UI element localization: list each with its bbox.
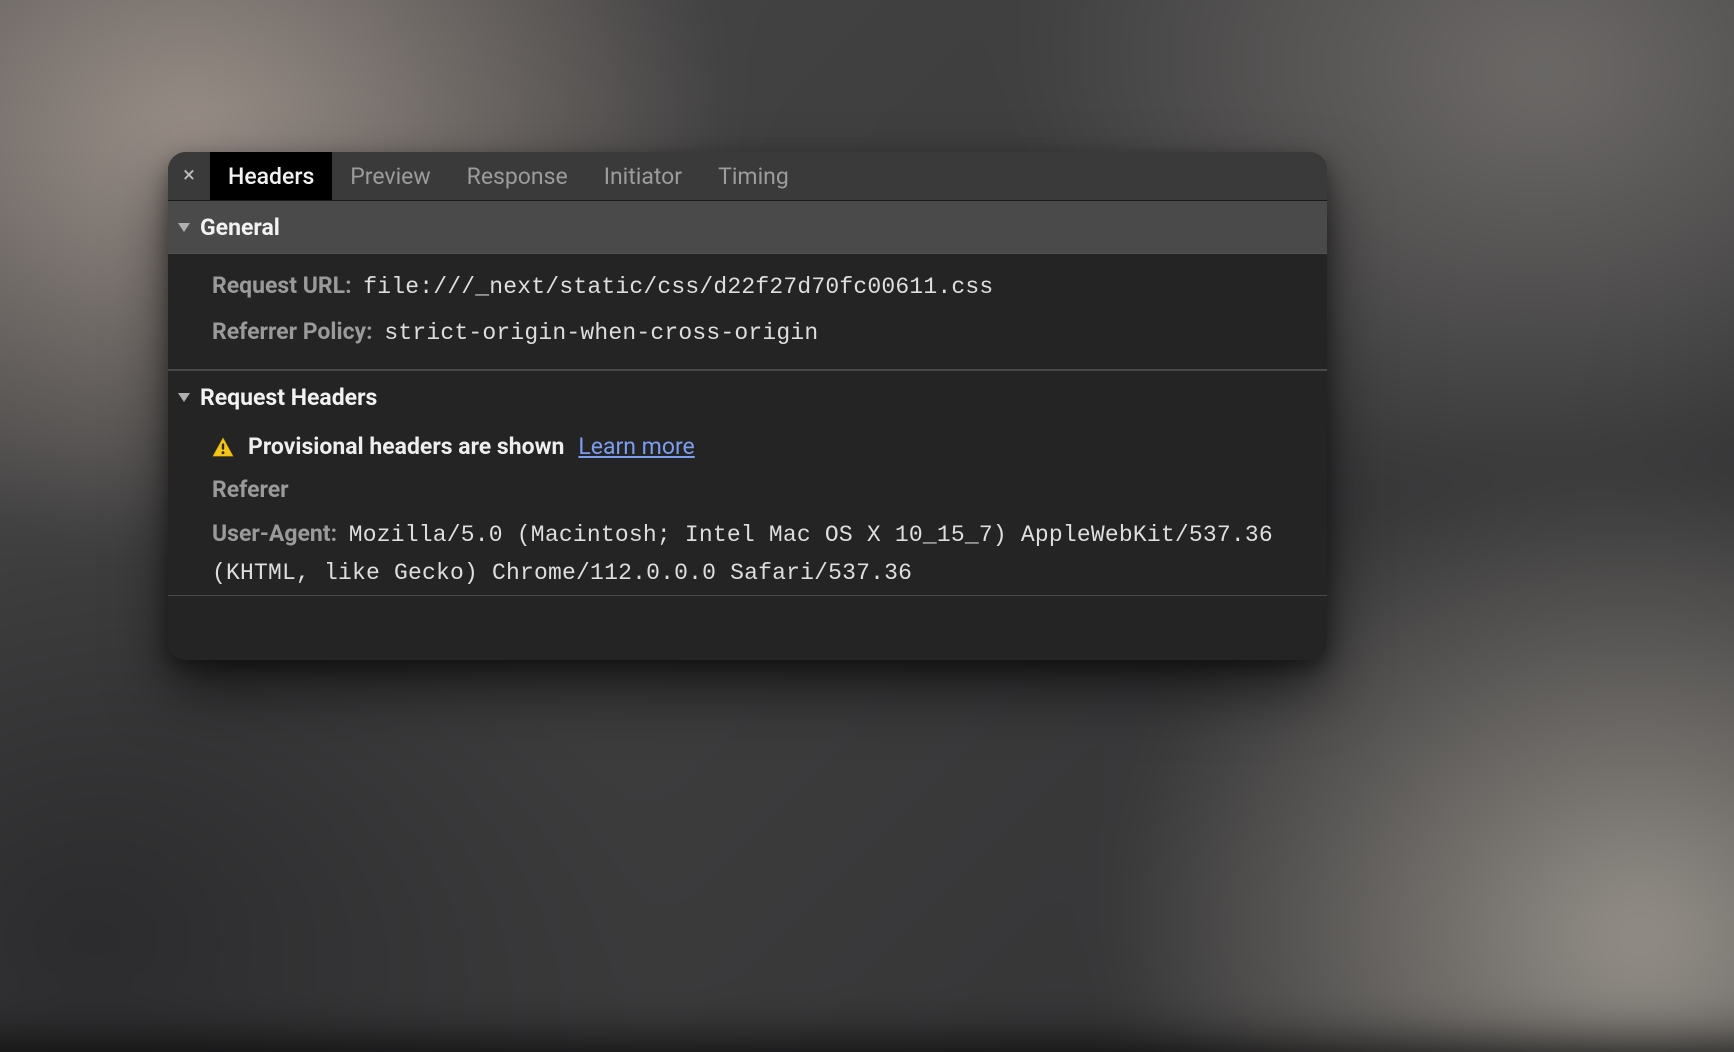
kv-label: Referrer Policy:	[212, 318, 373, 345]
section-header-general[interactable]: General	[168, 201, 1327, 254]
provisional-headers-notice: Provisional headers are shown Learn more	[168, 423, 1327, 468]
tab-timing[interactable]: Timing	[700, 152, 807, 200]
kv-label: Request URL:	[212, 272, 352, 299]
close-icon: ×	[183, 165, 195, 187]
section-title-general: General	[200, 214, 280, 241]
tab-headers[interactable]: Headers	[210, 152, 332, 200]
tab-preview[interactable]: Preview	[332, 152, 448, 200]
close-button[interactable]: ×	[168, 152, 210, 200]
header-referer: Referer	[168, 468, 1327, 512]
kv-value: file:///_next/static/css/d22f27d70fc0061…	[363, 274, 993, 300]
kv-request-url: Request URL: file:///_next/static/css/d2…	[168, 264, 1327, 310]
learn-more-link[interactable]: Learn more	[578, 433, 694, 460]
section-header-request-headers[interactable]: Request Headers	[168, 370, 1327, 423]
section-request-headers: Request Headers Provisional headers are …	[168, 370, 1327, 596]
tab-response[interactable]: Response	[449, 152, 586, 200]
provisional-headers-text: Provisional headers are shown	[248, 433, 564, 460]
chevron-down-icon	[178, 393, 190, 402]
header-value-user-agent: Mozilla/5.0 (Macintosh; Intel Mac OS X 1…	[212, 522, 1273, 586]
tab-initiator[interactable]: Initiator	[586, 152, 700, 200]
general-kv-list: Request URL: file:///_next/static/css/d2…	[168, 254, 1327, 369]
kv-referrer-policy: Referrer Policy: strict-origin-when-cros…	[168, 310, 1327, 356]
tab-bar: × Headers Preview Response Initiator Tim…	[168, 152, 1327, 201]
header-user-agent: User-Agent: Mozilla/5.0 (Macintosh; Inte…	[168, 512, 1327, 595]
devtools-headers-panel: × Headers Preview Response Initiator Tim…	[168, 152, 1327, 660]
kv-value: strict-origin-when-cross-origin	[384, 320, 818, 346]
header-name-user-agent: User-Agent:	[212, 520, 337, 547]
header-name-referer: Referer	[212, 476, 289, 503]
section-general: General Request URL: file:///_next/stati…	[168, 201, 1327, 370]
chevron-down-icon	[178, 223, 190, 232]
warning-icon	[212, 437, 234, 457]
section-title-request-headers: Request Headers	[200, 384, 377, 411]
